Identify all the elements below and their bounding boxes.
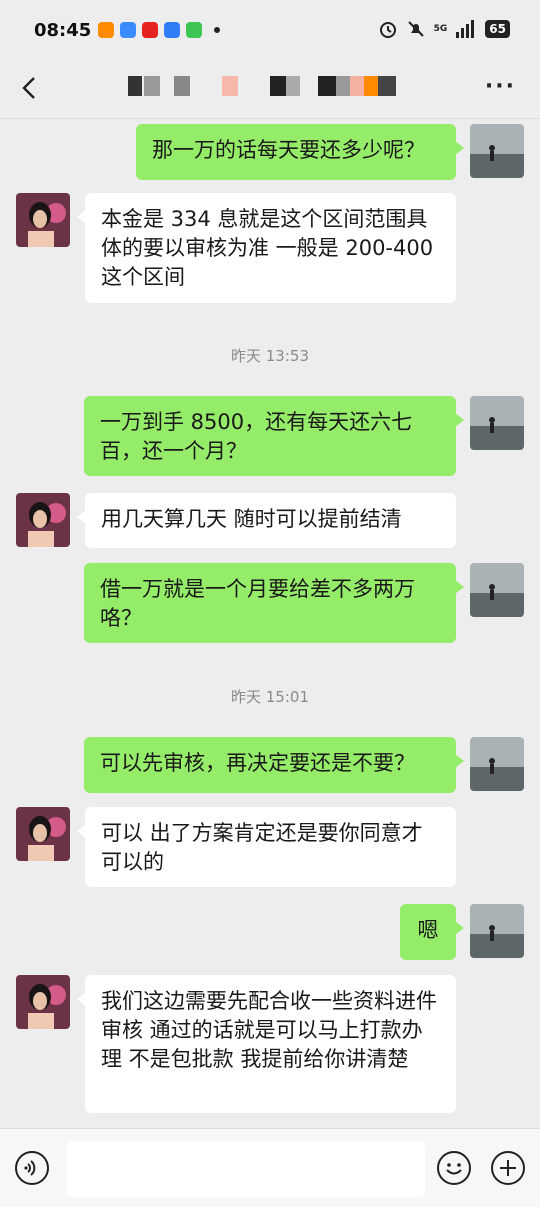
chat-input-bar [0,1128,540,1207]
mute-bell-icon [407,21,424,37]
message-app-icon [186,22,202,38]
self-avatar[interactable] [470,737,524,791]
message-bubble-sent[interactable]: 一万到手 8500，还有每天还六七百，还一个月？ [84,396,464,476]
message-bubble-received[interactable]: 用几天算几天 随时可以提前结清 [77,493,456,548]
self-avatar[interactable] [470,904,524,958]
contact-avatar[interactable] [16,493,70,547]
contact-avatar[interactable] [16,193,70,247]
contact-avatar[interactable] [16,807,70,861]
notification-icons [98,22,220,38]
chat-header: ··· [0,62,540,119]
browser-app-icon [164,22,180,38]
app-notification-icon [120,22,136,38]
message-bubble-received[interactable]: 我们这边需要先配合收一些资料进件审核 通过的话就是可以马上打款办理 不是包批款 … [77,975,456,1113]
emoji-icon[interactable] [437,1151,471,1185]
battery-level: 65 [485,20,510,38]
message-timestamp: 昨天 13:53 [231,347,309,365]
message-bubble-received[interactable]: 本金是 334 息就是这个区间范围具体的要以审核为准 一般是 200-400 这… [77,193,456,303]
network-type: 5G [433,24,448,34]
contact-avatar[interactable] [16,975,70,1029]
message-bubble-sent[interactable]: 嗯 [400,904,464,960]
message-bubble-sent[interactable]: 借一万就是一个月要给差不多两万咯？ [84,563,464,643]
message-input[interactable] [66,1141,425,1197]
news-app-icon [142,22,158,38]
signal-icon [456,20,475,38]
message-timestamp: 昨天 15:01 [231,688,309,706]
more-icon[interactable]: ··· [485,74,516,99]
self-avatar[interactable] [470,124,524,178]
message-bubble-sent[interactable]: 可以先审核，再决定要还是不要？ [84,737,464,793]
self-avatar[interactable] [470,396,524,450]
message-bubble-sent[interactable]: 那一万的话每天要还多少呢？ [136,124,464,180]
wallet-app-icon [98,22,114,38]
status-bar: 08:45 5G 65 [0,0,540,62]
system-icons: 5G 65 [378,19,510,39]
status-time: 08:45 [34,20,92,41]
more-notifications-dot-icon [214,27,220,33]
voice-icon[interactable] [15,1151,49,1185]
contact-name-redacted [128,76,408,100]
plus-icon[interactable] [491,1151,525,1185]
message-bubble-received[interactable]: 可以 出了方案肯定还是要你同意才可以的 [77,807,456,887]
alarm-icon [379,22,396,38]
back-arrow-icon[interactable] [18,76,42,100]
self-avatar[interactable] [470,563,524,617]
